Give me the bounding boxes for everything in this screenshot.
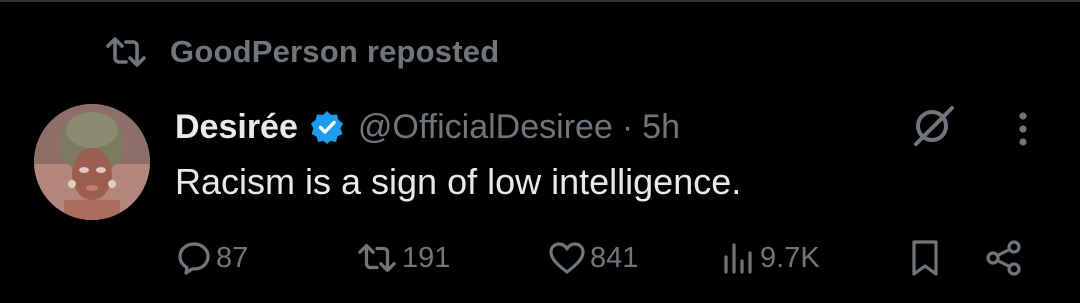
bookmark-button[interactable]: [908, 238, 942, 278]
reply-icon: [176, 240, 212, 276]
heart-icon: [548, 241, 586, 275]
repost-banner-text: GoodPerson reposted: [170, 34, 500, 69]
repost-button[interactable]: 191: [356, 238, 450, 278]
repost-count: 191: [402, 241, 451, 274]
views-button[interactable]: 9.7K: [720, 238, 820, 278]
repost-icon: [356, 242, 398, 274]
reply-button[interactable]: 87: [176, 238, 248, 278]
reply-count: 87: [216, 241, 249, 274]
tweet-header: Desirée @OfficialDesiree · 5h: [175, 104, 680, 150]
views-count: 9.7K: [760, 241, 820, 274]
verified-badge-icon[interactable]: [310, 110, 344, 144]
bookmark-icon: [908, 239, 942, 277]
like-count: 841: [590, 241, 639, 274]
share-button[interactable]: [984, 238, 1024, 278]
tweet-timestamp[interactable]: 5h: [642, 108, 680, 147]
author-display-name[interactable]: Desirée: [175, 108, 298, 147]
tweet-text: Racism is a sign of low intelligence.: [175, 161, 742, 202]
author-handle[interactable]: @OfficialDesiree: [358, 108, 613, 147]
avatar[interactable]: [34, 104, 150, 220]
repost-banner[interactable]: GoodPerson reposted: [104, 30, 499, 74]
share-icon: [984, 238, 1024, 278]
repost-icon: [104, 36, 148, 68]
top-divider: [0, 0, 1080, 2]
grok-icon[interactable]: [908, 100, 958, 150]
like-button[interactable]: 841: [548, 238, 638, 278]
views-chart-icon: [720, 241, 756, 275]
header-separator: ·: [621, 107, 634, 146]
more-vertical-icon[interactable]: [1008, 108, 1038, 150]
